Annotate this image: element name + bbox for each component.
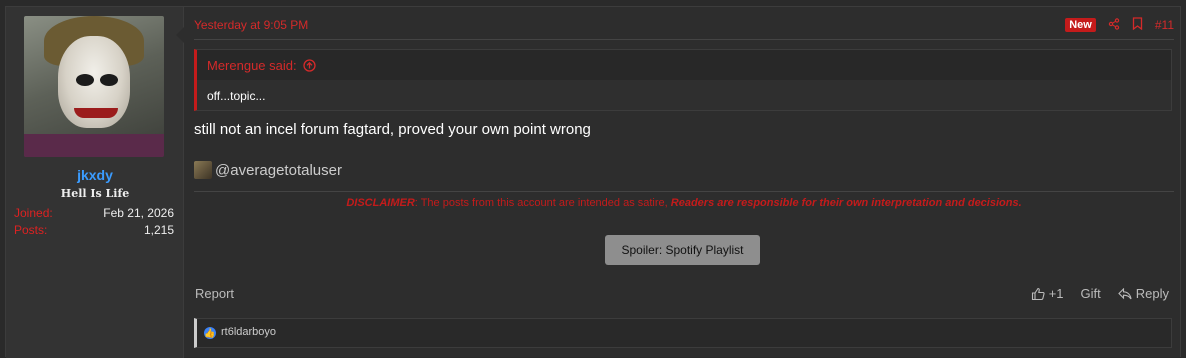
stat-joined: Joined: Feb 21, 2026 (14, 206, 174, 222)
user-sidebar: jkxdy Hell Is Life Joined: Feb 21, 2026 … (6, 7, 184, 358)
post-body: still not an incel forum fagtard, proved… (194, 121, 591, 138)
quote-text: off...topic... (207, 89, 266, 103)
like-button[interactable]: +1 (1031, 286, 1064, 301)
quote-header[interactable]: Merengue said: (207, 58, 316, 73)
bookmark-icon[interactable] (1132, 17, 1143, 33)
spoiler-button[interactable]: Spoiler: Spotify Playlist (605, 235, 760, 265)
arrow-up-circle-icon[interactable] (303, 59, 316, 72)
post-header-actions: New #11 (1065, 17, 1174, 33)
stat-posts-label: Posts: (14, 223, 48, 237)
avatar-suit (24, 134, 164, 157)
share-icon[interactable] (1108, 17, 1120, 33)
signature-mention[interactable]: @averagetotaluser (194, 161, 342, 179)
sidebar-arrow (176, 27, 184, 43)
post-number[interactable]: #11 (1155, 18, 1174, 32)
reactions-bar: 👍 rt6ldarboyo (194, 318, 1172, 348)
avatar-eye (100, 74, 118, 86)
stat-joined-value: Feb 21, 2026 (103, 206, 174, 220)
disclaimer-text: : The posts from this account are intend… (414, 197, 671, 209)
thumbs-up-icon (1031, 287, 1045, 300)
avatar-eye (76, 74, 94, 86)
reply-label: Reply (1135, 286, 1169, 301)
post-container: jkxdy Hell Is Life Joined: Feb 21, 2026 … (5, 6, 1182, 358)
disclaimer-tail: Readers are responsible for their own in… (670, 197, 1022, 209)
disclaimer: DISCLAIMER: The posts from this account … (194, 197, 1174, 209)
avatar[interactable] (24, 16, 164, 157)
quote-block: Merengue said: off...topic... (194, 49, 1172, 111)
stat-posts: Posts: 1,215 (14, 223, 174, 239)
post-main: Yesterday at 9:05 PM New #11 Merengue sa… (184, 7, 1182, 358)
post-time[interactable]: Yesterday at 9:05 PM (194, 18, 308, 32)
quote-body (197, 80, 1171, 110)
reply-icon (1117, 287, 1132, 299)
report-link[interactable]: Report (195, 286, 234, 301)
username[interactable]: jkxdy (6, 167, 184, 183)
post-actions: +1 Gift Reply (1031, 286, 1169, 301)
like-reaction-icon: 👍 (204, 327, 216, 339)
reaction-users[interactable]: rt6ldarboyo (221, 326, 276, 338)
gift-button[interactable]: Gift (1081, 286, 1101, 301)
avatar-mouth (74, 108, 118, 118)
user-title: Hell Is Life (60, 187, 130, 200)
reply-button[interactable]: Reply (1117, 286, 1169, 301)
disclaimer-lead: DISCLAIMER (346, 197, 415, 209)
stat-joined-label: Joined: (14, 206, 53, 220)
like-count: +1 (1048, 286, 1064, 301)
quote-author[interactable]: Merengue said: (207, 58, 297, 73)
mention-text[interactable]: @averagetotaluser (215, 162, 342, 179)
mention-avatar-icon (194, 161, 212, 179)
divider (194, 39, 1174, 40)
signature-divider (194, 191, 1174, 192)
new-badge: New (1065, 18, 1096, 32)
stat-posts-value: 1,215 (143, 223, 174, 237)
